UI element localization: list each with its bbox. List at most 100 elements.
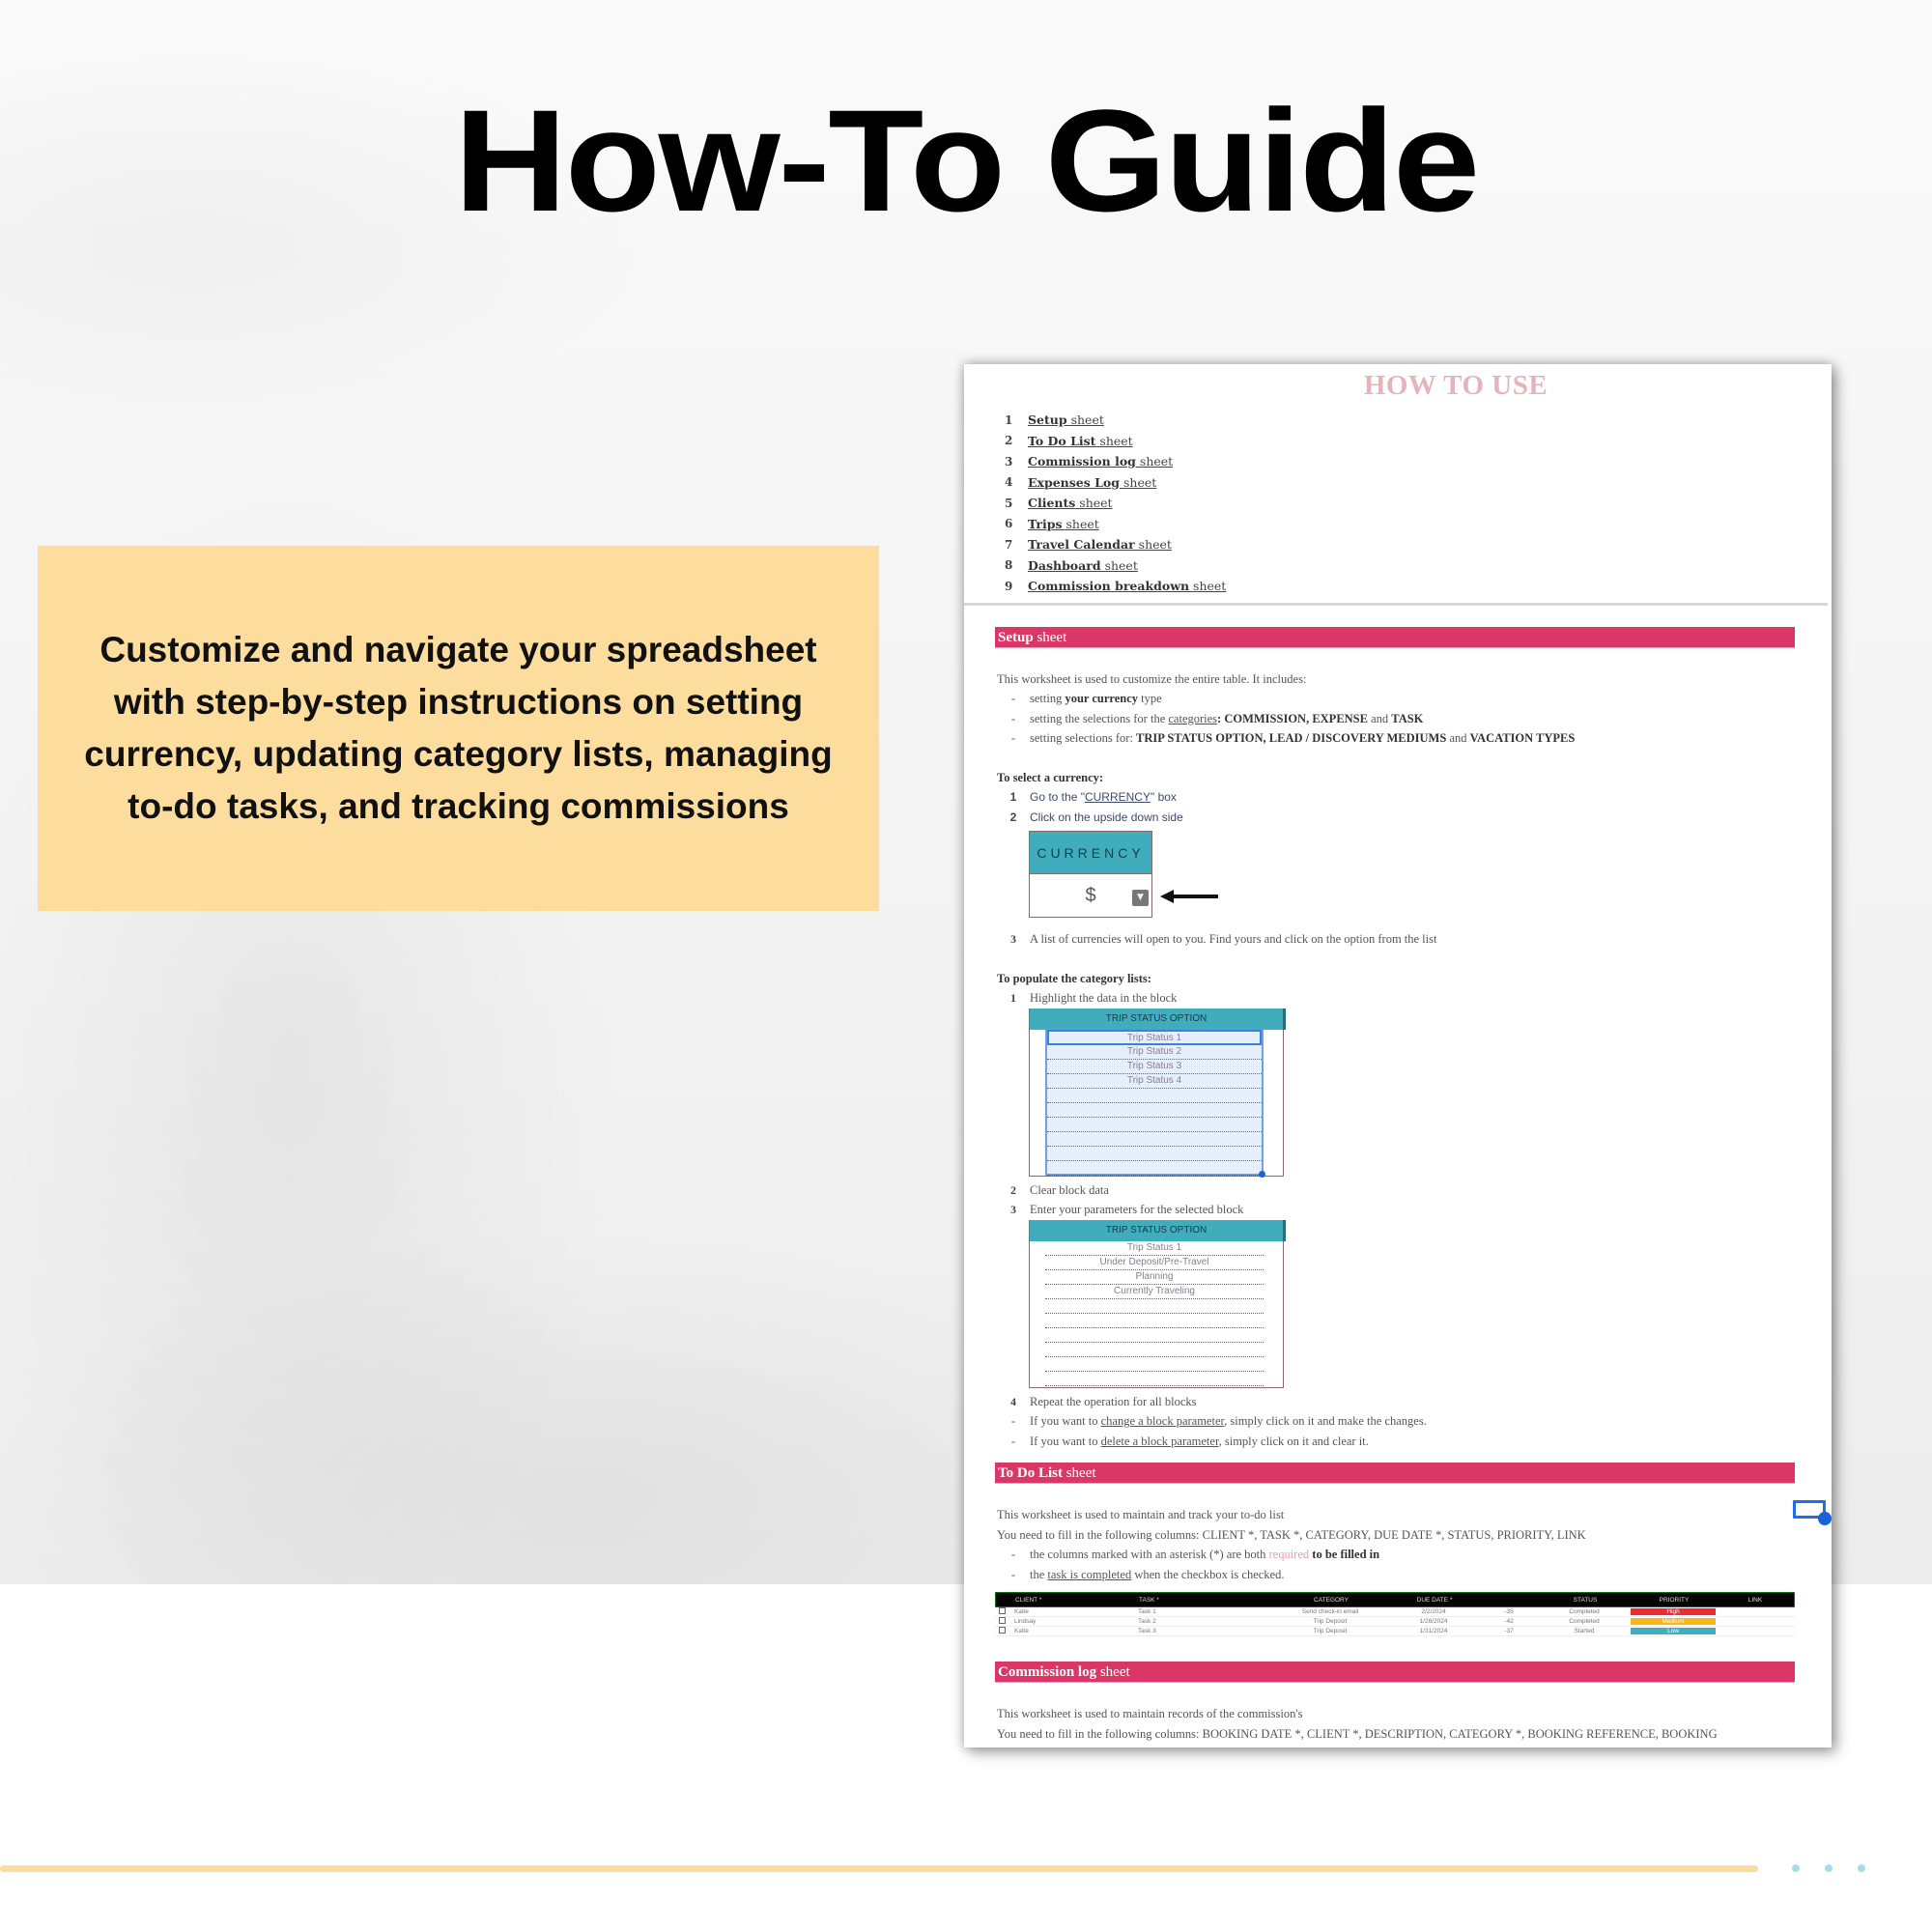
column-header[interactable]: CATEGORY (1274, 1597, 1388, 1604)
cell-priority[interactable]: High (1631, 1608, 1716, 1615)
toc-item: 3 Commission log sheet (1005, 451, 1832, 472)
todo-bullet: - the task is completed when the checkbox… (1010, 1567, 1285, 1581)
section-suffix: sheet (1099, 1664, 1130, 1680)
delete-parameter-link[interactable]: delete a block parameter (1101, 1435, 1219, 1448)
category-heading: To populate the category lists: (997, 971, 1151, 985)
cell-days: -37 (1504, 1628, 1514, 1634)
checkbox[interactable] (995, 1627, 1009, 1635)
block-cell[interactable] (1047, 1161, 1262, 1176)
block-cell[interactable]: Trip Status 1 (1047, 1029, 1262, 1045)
column-header[interactable]: LINK (1717, 1597, 1794, 1604)
cell-priority[interactable]: Medium (1631, 1618, 1716, 1625)
todo-intro: This worksheet is used to maintain and t… (997, 1508, 1285, 1521)
checkbox[interactable] (995, 1607, 1009, 1616)
block-cell[interactable] (1045, 1357, 1264, 1372)
selection-handle-icon[interactable] (1259, 1170, 1265, 1178)
cell-status[interactable]: Started (1538, 1628, 1631, 1634)
toc-link[interactable]: Trips sheet (1028, 517, 1099, 531)
cell-due-date[interactable]: 1/31/2024 (1387, 1628, 1480, 1634)
task-completed-link[interactable]: task is completed (1047, 1568, 1131, 1581)
cell-task[interactable]: Task 1 (1132, 1608, 1273, 1615)
cell-client[interactable]: Katie (1009, 1628, 1132, 1634)
cell-category[interactable]: Trip Deposit (1273, 1628, 1387, 1634)
toc-link-suffix: sheet (1139, 454, 1174, 469)
currency-step: 1 Go to the "CURRENCY" box (1009, 790, 1177, 804)
block-rows[interactable]: Trip Status 1 Trip Status 2 Trip Status 3T… (1045, 1029, 1265, 1178)
setup-bullet: - setting the selections for the categori… (1010, 711, 1424, 725)
block-cell[interactable] (1045, 1314, 1264, 1328)
cell-status[interactable]: Completed (1538, 1608, 1631, 1615)
block-cell[interactable] (1047, 1132, 1262, 1147)
toc-link-suffix: sheet (1099, 433, 1133, 448)
currency-step: 3A list of currencies will open to you. … (1010, 932, 1437, 946)
block-cell[interactable]: Trip Status 1 (1045, 1241, 1264, 1256)
toc-number: 2 (1005, 434, 1013, 448)
block-cell[interactable] (1047, 1103, 1262, 1118)
toc-link[interactable]: Dashboard sheet (1028, 558, 1138, 573)
dropdown-caret-icon[interactable]: ▼ (1132, 890, 1149, 906)
cell-priority[interactable]: Low (1631, 1628, 1716, 1634)
toc-link[interactable]: Clients sheet (1028, 496, 1113, 510)
block-cell[interactable]: Trip Status 2 (1047, 1045, 1262, 1060)
toc-item: 2 To Do List sheet (1005, 431, 1832, 452)
block-cell[interactable] (1047, 1089, 1262, 1103)
column-header[interactable]: PRIORITY (1632, 1597, 1717, 1604)
cell-status[interactable]: Completed (1538, 1618, 1631, 1625)
toc-link[interactable]: Expenses Log sheet (1028, 475, 1156, 490)
toc-link-suffix: sheet (1138, 537, 1172, 553)
column-header[interactable]: CLIENT * (1009, 1597, 1133, 1604)
commission-columns: You need to fill in the following column… (997, 1726, 1718, 1741)
currency-heading: To select a currency: (997, 770, 1104, 784)
toc-link-name: Trips (1028, 516, 1063, 531)
block-cell[interactable] (1045, 1343, 1264, 1357)
block-cell[interactable]: Trip Status 3 (1047, 1060, 1262, 1074)
currency-box: CURRENCY $ ▼ (1029, 826, 1228, 924)
block-cell[interactable]: Trip Status 4 (1047, 1074, 1262, 1089)
todo-columns: You need to fill in the following column… (997, 1527, 1586, 1542)
toc-link-name: Dashboard (1028, 557, 1101, 573)
setup-bullet: - setting selections for: TRIP STATUS OPT… (1010, 731, 1576, 745)
setup-bullet: - setting your currency type (1010, 692, 1162, 705)
toc-link-suffix: sheet (1104, 557, 1138, 573)
block-cell[interactable] (1047, 1118, 1262, 1132)
block-cell[interactable] (1045, 1328, 1264, 1343)
cell-category[interactable]: Send check-in email (1273, 1608, 1387, 1615)
section-header-setup: Setup sheet (995, 626, 1795, 648)
table-row: Lindsay Task 2 Trip Deposit 1/26/2024 -42 Com… (995, 1617, 1795, 1627)
cell-task[interactable]: Task 3 (1132, 1628, 1273, 1634)
toc-link[interactable]: Travel Calendar sheet (1028, 537, 1172, 552)
block-cell[interactable] (1045, 1299, 1264, 1314)
change-parameter-link[interactable]: change a block parameter (1101, 1414, 1225, 1428)
toc-link-name: Setup (1028, 412, 1067, 428)
toc-link-name: Travel Calendar (1028, 537, 1135, 553)
section-title: Commission log (998, 1664, 1097, 1680)
column-header[interactable]: DUE DATE * (1388, 1597, 1481, 1604)
column-header[interactable]: TASK * (1133, 1597, 1274, 1604)
currency-step: 2 Click on the upside down side (1009, 810, 1183, 824)
toc-link[interactable]: Commission log sheet (1028, 454, 1173, 469)
block-cell[interactable] (1047, 1147, 1262, 1161)
toc-number: 4 (1005, 475, 1013, 490)
block-cell[interactable]: Currently Traveling (1045, 1285, 1264, 1299)
currency-link[interactable]: CURRENCY (1085, 790, 1151, 804)
section-suffix: sheet (1037, 629, 1067, 645)
cell-due-date[interactable]: 2/2/2024 (1387, 1608, 1480, 1615)
checkbox[interactable] (995, 1617, 1009, 1626)
block-cell[interactable]: Under Deposit/Pre-Travel (1045, 1256, 1264, 1270)
toc-link[interactable]: To Do List sheet (1028, 434, 1133, 448)
toc-link[interactable]: Commission breakdown sheet (1028, 579, 1226, 593)
cell-client[interactable]: Lindsay (1009, 1618, 1132, 1625)
block-cell[interactable] (1045, 1372, 1264, 1386)
cell-task[interactable]: Task 2 (1132, 1618, 1273, 1625)
selection-handle-icon[interactable] (1818, 1512, 1832, 1525)
column-header[interactable]: STATUS (1539, 1597, 1632, 1604)
cell-client[interactable]: Katie (1009, 1608, 1132, 1615)
toc-link-name: Clients (1028, 496, 1076, 511)
categories-link[interactable]: categories (1168, 712, 1217, 725)
toc-link[interactable]: Setup sheet (1028, 412, 1104, 427)
cell-category[interactable]: Trip Deposit (1273, 1618, 1387, 1625)
section-title: Setup (998, 629, 1034, 645)
toc-number: 6 (1005, 517, 1013, 531)
block-cell[interactable]: Planning (1045, 1270, 1264, 1285)
cell-due-date[interactable]: 1/26/2024 (1387, 1618, 1480, 1625)
